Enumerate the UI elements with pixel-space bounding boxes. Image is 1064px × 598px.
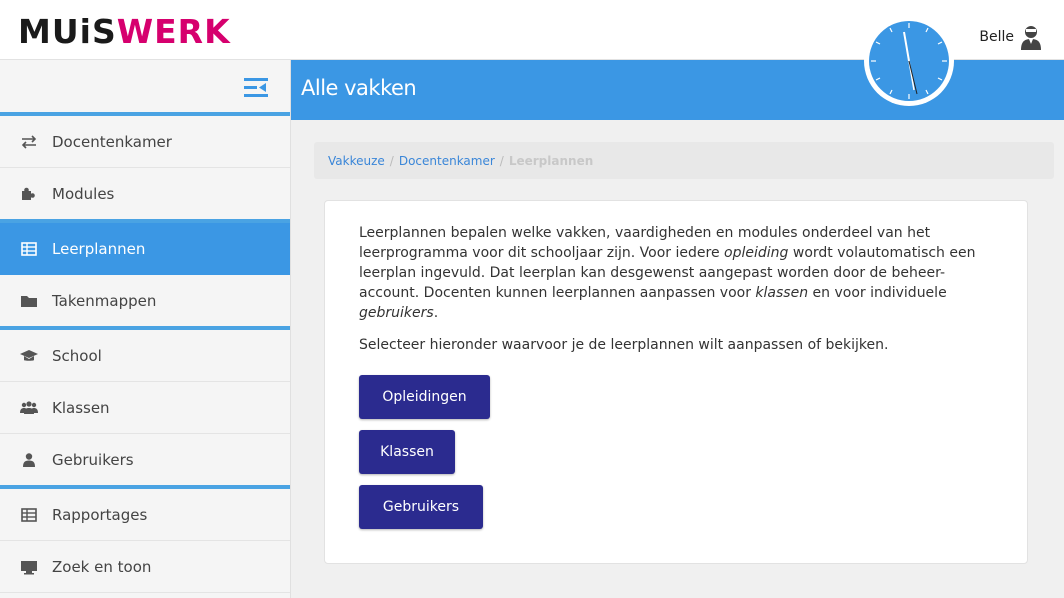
user-avatar-icon bbox=[1021, 26, 1041, 50]
collapse-menu-icon[interactable] bbox=[244, 78, 268, 98]
intro-paragraph: Leerplannen bepalen welke vakken, vaardi… bbox=[359, 225, 976, 321]
sidebar-item-label: School bbox=[52, 346, 102, 365]
main-content: Vakkeuze / Docentenkamer / Leerplannen L… bbox=[291, 120, 1064, 598]
sidebar-item-zoek-en-toon[interactable]: Zoek en toon bbox=[0, 541, 290, 593]
sidebar-item-label: Takenmappen bbox=[52, 291, 157, 310]
sidebar: Docentenkamer Modules Leerplannen Takenm… bbox=[0, 60, 291, 598]
klassen-button[interactable]: Klassen bbox=[359, 430, 455, 474]
page-title: Alle vakken bbox=[301, 76, 417, 100]
breadcrumb-separator: / bbox=[389, 153, 394, 168]
gebruikers-button[interactable]: Gebruikers bbox=[359, 485, 483, 529]
sidebar-item-label: Docentenkamer bbox=[52, 132, 172, 151]
breadcrumb-current: Leerplannen bbox=[508, 153, 594, 168]
breadcrumb-docentenkamer[interactable]: Docentenkamer bbox=[399, 154, 495, 168]
sidebar-item-takenmappen[interactable]: Takenmappen bbox=[0, 275, 290, 330]
opleidingen-button[interactable]: Opleidingen bbox=[359, 375, 490, 419]
sidebar-item-label: Rapportages bbox=[52, 505, 148, 524]
table-icon bbox=[21, 241, 37, 256]
sidebar-item-label: Gebruikers bbox=[52, 450, 134, 469]
sidebar-item-docentenkamer[interactable]: Docentenkamer bbox=[0, 116, 290, 168]
user-menu[interactable]: Belle bbox=[979, 24, 1042, 50]
table-icon bbox=[21, 507, 37, 522]
graduation-cap-icon bbox=[20, 349, 38, 361]
puzzle-icon bbox=[22, 187, 35, 200]
swap-arrows-icon bbox=[21, 134, 37, 149]
monitor-icon bbox=[21, 560, 37, 574]
users-icon bbox=[20, 400, 38, 414]
folder-icon bbox=[21, 295, 37, 307]
select-paragraph: Selecteer hieronder waarvoor je de leerp… bbox=[359, 337, 889, 353]
user-name: Belle bbox=[979, 29, 1014, 45]
sidebar-item-label: Leerplannen bbox=[52, 239, 146, 258]
breadcrumb-vakkeuze[interactable]: Vakkeuze bbox=[328, 154, 385, 168]
sidebar-item-school[interactable]: School bbox=[0, 330, 290, 382]
sidebar-item-rapportages[interactable]: Rapportages bbox=[0, 489, 290, 541]
sidebar-item-label: Modules bbox=[52, 184, 115, 203]
sidebar-item-label: Zoek en toon bbox=[52, 557, 152, 576]
muiswerk-logo[interactable]: MUiSWERK bbox=[18, 14, 231, 50]
content-card: Leerplannen bepalen welke vakken, vaardi… bbox=[324, 200, 1028, 564]
sidebar-item-modules[interactable]: Modules bbox=[0, 168, 290, 223]
sidebar-item-klassen[interactable]: Klassen bbox=[0, 382, 290, 434]
breadcrumb-separator: / bbox=[499, 153, 504, 168]
sidebar-item-label: Klassen bbox=[52, 398, 110, 417]
clock-icon bbox=[864, 16, 954, 106]
sidebar-toggle[interactable] bbox=[0, 60, 290, 116]
user-icon bbox=[23, 452, 35, 467]
sidebar-item-gebruikers[interactable]: Gebruikers bbox=[0, 434, 290, 489]
sidebar-item-leerplannen[interactable]: Leerplannen bbox=[0, 223, 290, 275]
breadcrumb: Vakkeuze / Docentenkamer / Leerplannen bbox=[314, 142, 1054, 179]
